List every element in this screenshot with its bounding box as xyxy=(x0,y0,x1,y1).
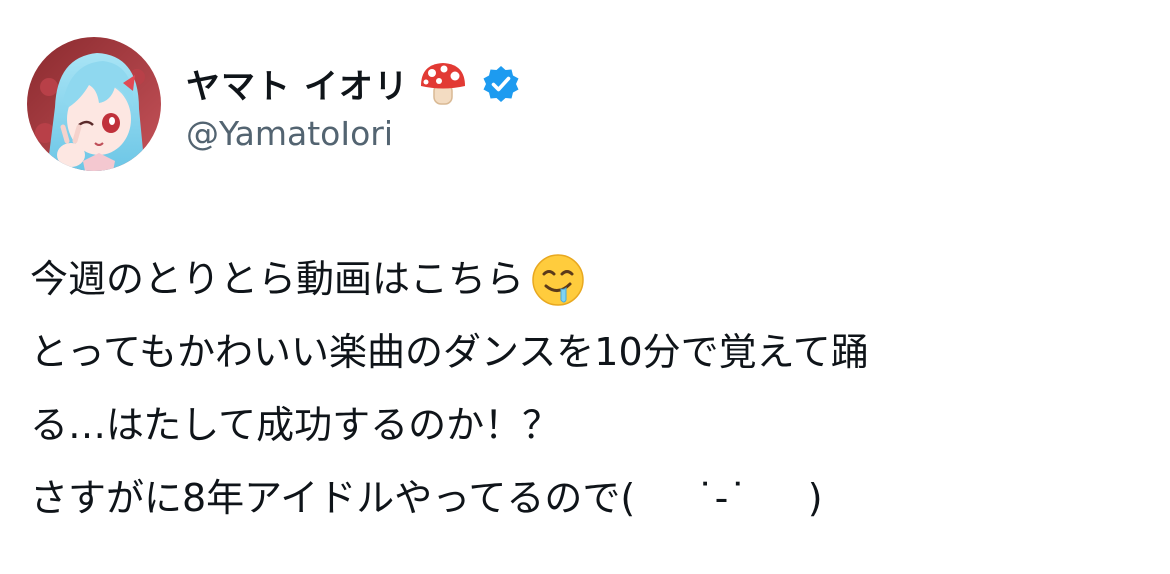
tweet-line-4: さすがに8年アイドルやってるので( ˙-˙ ) xyxy=(30,476,823,520)
tweet-line-1-text: 今週のとりとら動画はこちら xyxy=(30,257,525,301)
tweet-line-1: 今週のとりとら動画はこちら xyxy=(30,243,1140,316)
tweet-line-2: とってもかわいい楽曲のダンスを10分で覚えて踊 xyxy=(30,330,869,374)
drooling-face-icon xyxy=(530,252,586,308)
user-names: ヤマト イオリ @YamatoIori xyxy=(186,37,521,171)
mushroom-icon xyxy=(417,58,469,110)
avatar[interactable] xyxy=(27,37,161,171)
verified-badge-icon[interactable] xyxy=(481,64,521,104)
display-name[interactable]: ヤマト イオリ xyxy=(186,59,409,108)
display-name-row: ヤマト イオリ xyxy=(186,56,521,112)
tweet-text: 今週のとりとら動画はこちら とってもかわいい楽曲のダンスを10分で覚えて踊 る…… xyxy=(30,243,1140,535)
avatar-image xyxy=(27,37,161,171)
tweet-header: ヤマト イオリ @YamatoIori xyxy=(27,37,521,171)
tweet-card: ヤマト イオリ @YamatoIori 今週のとりとら動画はこちら とってもかわ… xyxy=(0,0,1170,574)
user-handle[interactable]: @YamatoIori xyxy=(186,114,521,153)
tweet-line-3: る…はたして成功するのか！？ xyxy=(30,403,561,447)
